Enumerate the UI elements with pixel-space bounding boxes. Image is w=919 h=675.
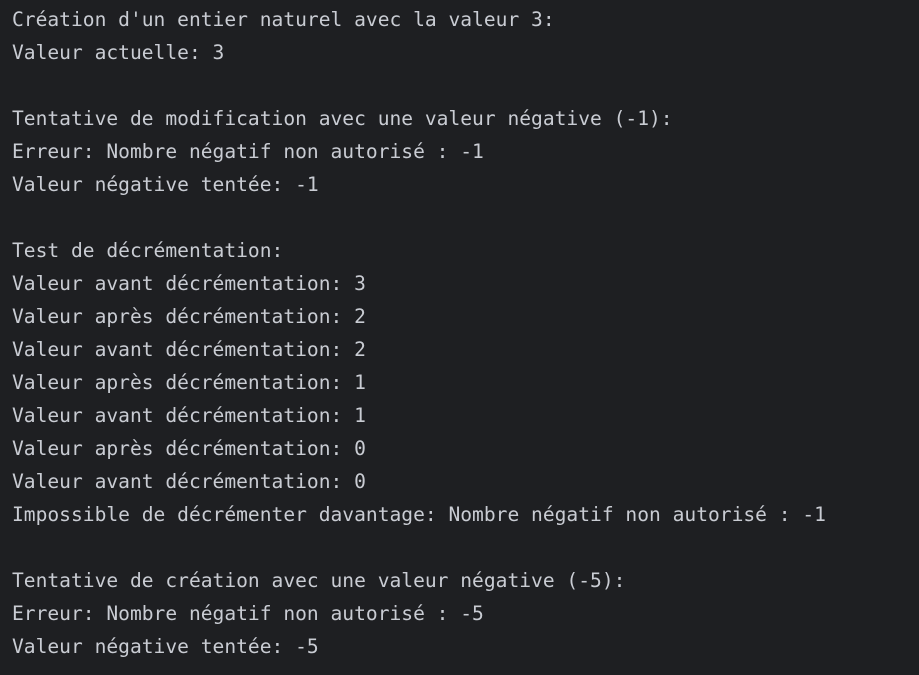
console-line: Tentative de modification avec une valeu…: [12, 107, 673, 130]
console-line: Impossible de décrémenter davantage: Nom…: [12, 503, 826, 526]
console-line: Valeur négative tentée: -1: [12, 173, 319, 196]
console-line: Valeur actuelle: 3: [12, 41, 225, 64]
console-line: Valeur avant décrémentation: 3: [12, 272, 366, 295]
console-line: Valeur avant décrémentation: 0: [12, 470, 366, 493]
console-line: Test de décrémentation:: [12, 239, 284, 262]
console-line: Erreur: Nombre négatif non autorisé : -5: [12, 602, 484, 625]
console-line: Création d'un entier naturel avec la val…: [12, 8, 555, 31]
console-line: Valeur après décrémentation: 1: [12, 371, 366, 394]
console-line: Erreur: Nombre négatif non autorisé : -1: [12, 140, 484, 163]
console-output: Création d'un entier naturel avec la val…: [0, 0, 919, 675]
console-line: Valeur négative tentée: -5: [12, 635, 319, 658]
console-line: Valeur après décrémentation: 2: [12, 305, 366, 328]
console-line: Tentative de création avec une valeur né…: [12, 569, 626, 592]
console-line: Valeur avant décrémentation: 1: [12, 404, 366, 427]
console-line: Valeur après décrémentation: 0: [12, 437, 366, 460]
console-line: Valeur avant décrémentation: 2: [12, 338, 366, 361]
